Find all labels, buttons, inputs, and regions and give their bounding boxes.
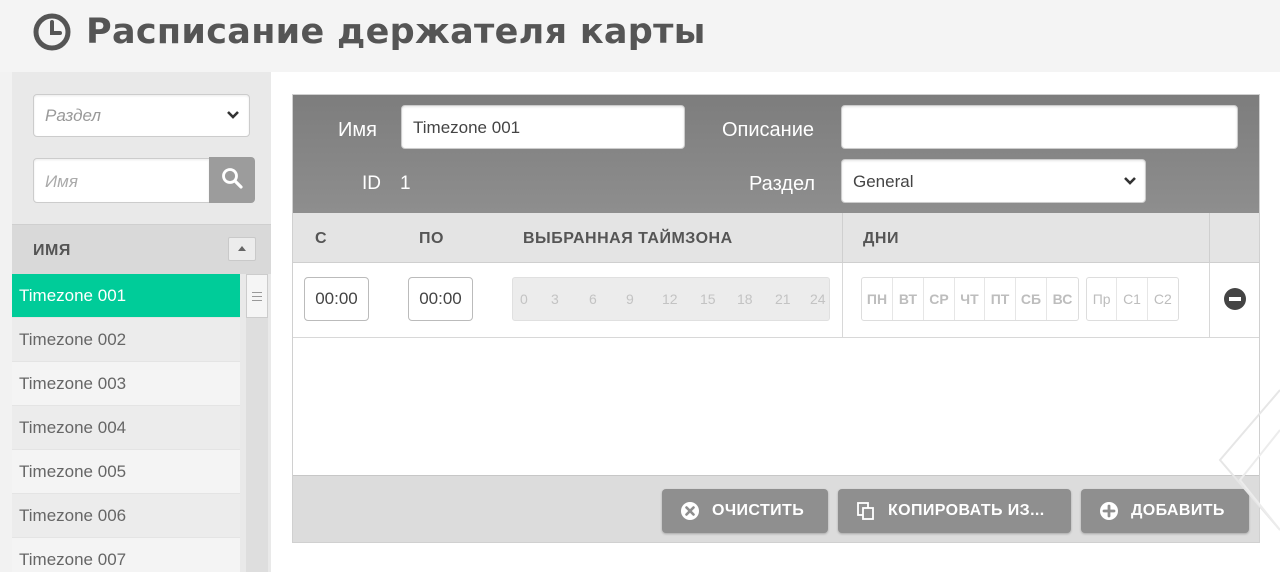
description-field[interactable] bbox=[841, 105, 1238, 149]
section-select[interactable]: General bbox=[841, 159, 1146, 203]
list-item[interactable]: Timezone 005 bbox=[12, 450, 240, 494]
copy-from-button-label: КОПИРОВАТЬ ИЗ... bbox=[888, 502, 1045, 519]
section-filter-placeholder: Раздел bbox=[45, 106, 102, 125]
timeline-tick: 15 bbox=[700, 291, 716, 307]
search-button[interactable] bbox=[209, 157, 255, 203]
sort-button[interactable] bbox=[228, 237, 256, 261]
day-toggle-s2[interactable]: С2 bbox=[1148, 278, 1178, 320]
day-toggle-holiday[interactable]: Пр bbox=[1087, 278, 1118, 320]
list-item[interactable]: Timezone 004 bbox=[12, 406, 240, 450]
column-divider bbox=[842, 213, 843, 263]
remove-row-icon[interactable] bbox=[1224, 288, 1246, 310]
list-item[interactable]: Timezone 003 bbox=[12, 362, 240, 406]
section-select-value: General bbox=[853, 172, 914, 191]
column-from: С bbox=[315, 230, 328, 247]
from-time-input[interactable]: 00:00 bbox=[304, 277, 369, 321]
chevron-down-icon bbox=[226, 108, 240, 122]
page-header: Расписание держателя карты bbox=[0, 0, 1280, 72]
name-field[interactable]: Timezone 001 bbox=[401, 105, 685, 149]
name-field-value: Timezone 001 bbox=[413, 118, 521, 137]
name-search-input[interactable]: Имя bbox=[33, 158, 210, 203]
day-toggle-s1[interactable]: С1 bbox=[1117, 278, 1148, 320]
day-toggle-sat[interactable]: СБ bbox=[1016, 278, 1047, 320]
column-divider bbox=[1209, 213, 1210, 263]
row-divider bbox=[842, 263, 843, 338]
scrollbar-thumb[interactable] bbox=[246, 274, 268, 318]
timeline-tick: 24 bbox=[810, 291, 826, 307]
weekdays-selector: ПН ВТ СР ЧТ ПТ СБ ВС bbox=[861, 277, 1079, 321]
list-item[interactable]: Timezone 002 bbox=[12, 318, 240, 362]
table-header: С ПО ВЫБРАННАЯ ТАЙМЗОНА ДНИ bbox=[293, 213, 1259, 263]
timezone-timeline[interactable]: 0 3 6 9 12 15 18 21 24 bbox=[512, 277, 830, 321]
column-days: ДНИ bbox=[863, 230, 899, 247]
decorative-lines bbox=[1218, 389, 1280, 531]
name-label: Имя bbox=[338, 119, 377, 141]
day-toggle-thu[interactable]: ЧТ bbox=[955, 278, 985, 320]
list-item[interactable]: Timezone 006 bbox=[12, 494, 240, 538]
chevron-down-icon bbox=[1123, 174, 1137, 188]
copy-from-button[interactable]: КОПИРОВАТЬ ИЗ... bbox=[838, 489, 1071, 533]
timezone-editor-panel: Имя Timezone 001 Описание ID 1 Раздел Ge… bbox=[292, 94, 1260, 543]
sidebar: Раздел Имя ИМЯ Timezone 001 Timezone 002… bbox=[12, 72, 271, 572]
special-days-selector: Пр С1 С2 bbox=[1086, 277, 1179, 321]
column-timezone: ВЫБРАННАЯ ТАЙМЗОНА bbox=[523, 230, 733, 247]
grip-icon bbox=[252, 292, 262, 301]
page-title: Расписание держателя карты bbox=[86, 12, 706, 52]
panel-header: Имя Timezone 001 Описание ID 1 Раздел Ge… bbox=[293, 95, 1259, 213]
timeline-tick: 18 bbox=[737, 291, 753, 307]
table-row: 00:00 00:00 0 3 6 9 12 15 18 21 24 ПН ВТ… bbox=[293, 263, 1259, 338]
close-circle-icon bbox=[680, 501, 700, 521]
clock-icon bbox=[32, 12, 72, 52]
day-toggle-tue[interactable]: ВТ bbox=[893, 278, 924, 320]
name-search-placeholder: Имя bbox=[45, 172, 78, 191]
plus-circle-icon bbox=[1099, 501, 1119, 521]
day-toggle-sun[interactable]: ВС bbox=[1047, 278, 1078, 320]
to-time-input[interactable]: 00:00 bbox=[408, 277, 473, 321]
day-toggle-mon[interactable]: ПН bbox=[862, 278, 893, 320]
id-value: 1 bbox=[400, 173, 411, 194]
page-title-wrap: Расписание держателя карты bbox=[32, 12, 706, 52]
list-item[interactable]: Timezone 007 bbox=[12, 538, 240, 572]
id-label: ID bbox=[362, 173, 381, 194]
timeline-tick: 21 bbox=[775, 291, 791, 307]
day-toggle-fri[interactable]: ПТ bbox=[985, 278, 1016, 320]
day-toggle-wed[interactable]: СР bbox=[924, 278, 955, 320]
clear-button-label: ОЧИСТИТЬ bbox=[712, 502, 805, 519]
timezone-list: Timezone 001 Timezone 002 Timezone 003 T… bbox=[12, 274, 240, 572]
timeline-tick: 0 bbox=[520, 291, 528, 307]
timeline-tick: 6 bbox=[589, 291, 597, 307]
section-filter-select[interactable]: Раздел bbox=[33, 94, 250, 137]
list-item[interactable]: Timezone 001 bbox=[12, 274, 240, 318]
copy-icon bbox=[856, 501, 876, 521]
list-header: ИМЯ bbox=[12, 224, 271, 274]
search-icon bbox=[221, 167, 243, 194]
timeline-tick: 12 bbox=[662, 291, 678, 307]
clear-button[interactable]: ОЧИСТИТЬ bbox=[662, 489, 828, 533]
timeline-tick: 3 bbox=[551, 291, 559, 307]
panel-footer: ОЧИСТИТЬ КОПИРОВАТЬ ИЗ... ДОБАВИТЬ bbox=[293, 475, 1259, 542]
row-divider bbox=[1209, 263, 1210, 338]
section-label: Раздел bbox=[749, 173, 816, 195]
list-header-name: ИМЯ bbox=[33, 242, 71, 259]
description-label: Описание bbox=[722, 119, 815, 141]
list-scrollbar[interactable] bbox=[246, 274, 268, 572]
sort-up-icon bbox=[238, 246, 246, 251]
column-to: ПО bbox=[419, 230, 444, 247]
timeline-tick: 9 bbox=[626, 291, 634, 307]
